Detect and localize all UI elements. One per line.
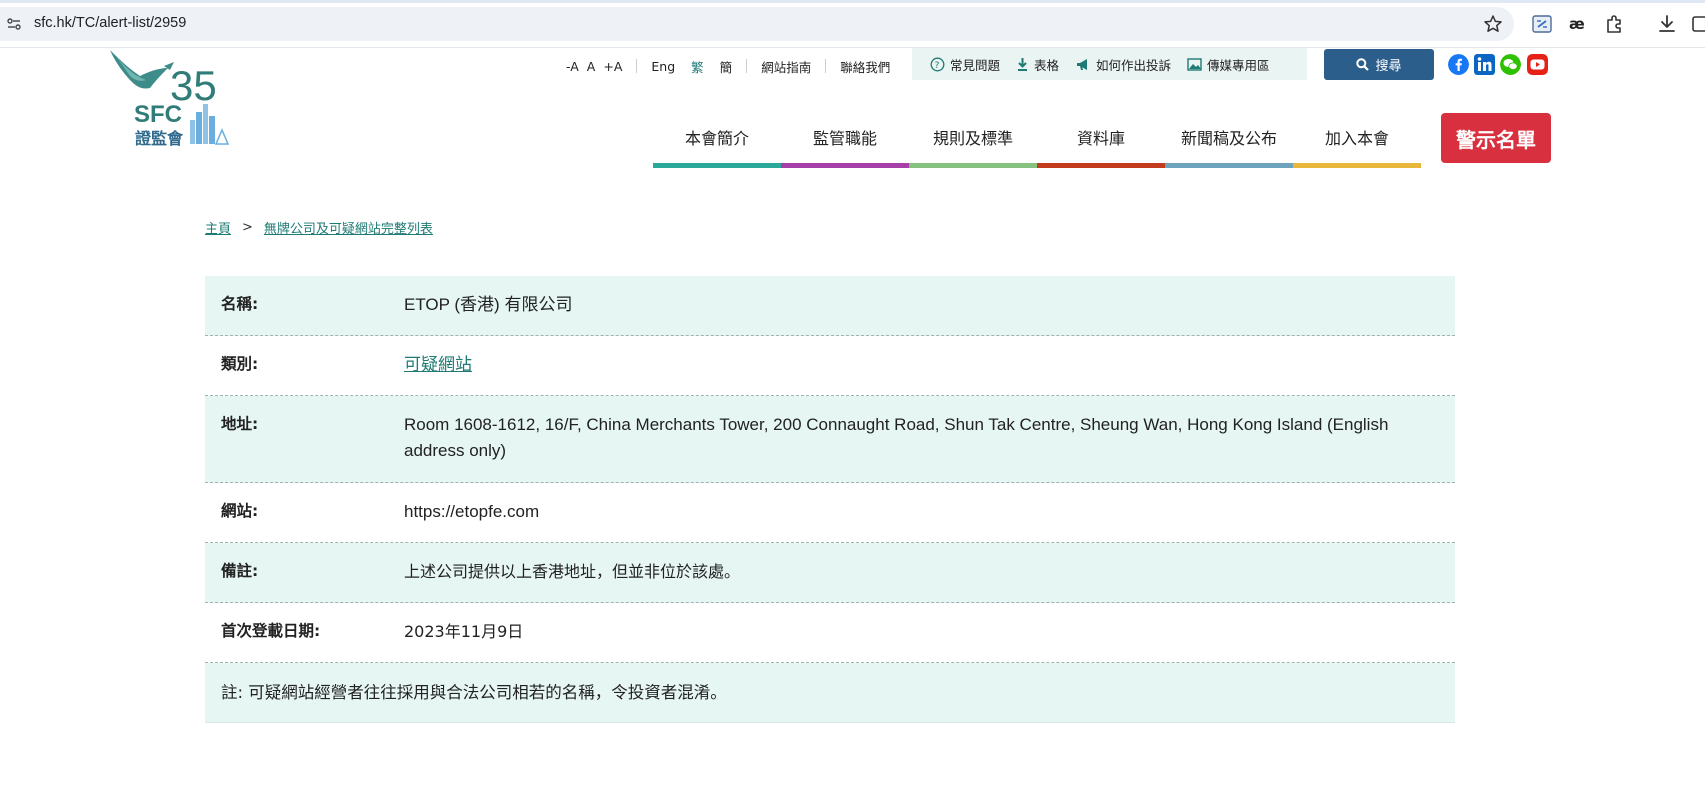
megaphone-icon: [1077, 58, 1088, 70]
nav-label: 規則及標準: [932, 129, 1013, 148]
nav-item-careers[interactable]: 加入本會: [1293, 112, 1421, 168]
extension-s-icon[interactable]: [1531, 13, 1553, 35]
wechat-icon[interactable]: [1500, 54, 1521, 75]
breadcrumb-home-link[interactable]: 主頁: [205, 218, 231, 237]
faq-link[interactable]: ? 常見問題: [930, 55, 1000, 74]
font-larger-button[interactable]: +A: [603, 59, 622, 74]
address-bar[interactable]: sfc.hk/TC/alert-list/2959: [0, 7, 1514, 41]
quick-links-bar: ? 常見問題 表格 如何作出投訴 傳媒專用區: [912, 48, 1307, 80]
detail-row-name: 名稱: ETOP (香港) 有限公司: [205, 276, 1455, 336]
media-label: 傳媒專用區: [1207, 57, 1270, 73]
side-panel-icon[interactable]: [1690, 13, 1705, 35]
logo-sfc-text: SFC: [134, 101, 182, 128]
date-value: 2023年11月9日: [404, 622, 524, 641]
youtube-icon[interactable]: [1527, 54, 1548, 75]
svg-text:?: ?: [935, 61, 940, 71]
bookmark-star-icon[interactable]: [1482, 13, 1504, 35]
detail-row-category: 類別: 可疑網站: [205, 336, 1455, 396]
divider: [746, 59, 748, 73]
image-icon: [1187, 57, 1202, 71]
remarks-value: 上述公司提供以上香港地址，但並非位於該處。: [404, 562, 741, 581]
website-label: 網站:: [221, 502, 259, 520]
nav-item-regulatory-functions[interactable]: 監管職能: [781, 112, 909, 168]
faq-label: 常見問題: [950, 57, 1001, 73]
url-text[interactable]: sfc.hk/TC/alert-list/2959: [34, 15, 186, 31]
nav-item-rules-standards[interactable]: 規則及標準: [909, 112, 1037, 168]
extension-ae-icon[interactable]: æ: [1567, 13, 1589, 35]
nav-color-bar: [1037, 163, 1165, 168]
tab-strip: [0, 0, 1705, 3]
media-link[interactable]: 傳媒專用區: [1187, 55, 1270, 74]
detail-row-website: 網站: https://etopfe.com: [205, 483, 1455, 543]
forms-label: 表格: [1034, 57, 1060, 73]
search-button[interactable]: 搜尋: [1324, 49, 1434, 80]
nav-color-bar: [653, 163, 781, 168]
site-guide-link[interactable]: 網站指南: [761, 57, 811, 76]
utility-bar: -A A +A Eng 繁 簡 網站指南 聯絡我們: [562, 52, 894, 80]
nav-item-databases[interactable]: 資料庫: [1037, 112, 1165, 168]
complaint-label: 如何作出投訴: [1096, 57, 1172, 73]
nav-item-news[interactable]: 新聞稿及公布: [1165, 112, 1293, 168]
font-smaller-button[interactable]: -A: [566, 59, 579, 74]
lang-english-link[interactable]: Eng: [651, 59, 675, 74]
search-icon: [1356, 58, 1370, 71]
nav-label: 監管職能: [812, 129, 877, 148]
breadcrumb: 主頁 > 無牌公司及可疑網站完整列表: [205, 218, 433, 237]
note-text: 註: 可疑網站經營者往往採用與合法公司相若的名稱，令投資者混淆。: [221, 683, 727, 702]
nav-color-bar: [1165, 163, 1293, 168]
nav-item-about[interactable]: 本會簡介: [653, 112, 781, 168]
detail-row-date: 首次登載日期: 2023年11月9日: [205, 603, 1455, 663]
breadcrumb-current-link[interactable]: 無牌公司及可疑網站完整列表: [264, 218, 433, 237]
alert-list-button[interactable]: 警示名單: [1441, 113, 1551, 163]
extensions-puzzle-icon[interactable]: [1603, 13, 1625, 35]
name-label: 名稱:: [221, 295, 259, 313]
name-value: ETOP (香港) 有限公司: [404, 295, 573, 314]
font-normal-button[interactable]: A: [587, 59, 596, 74]
contact-us-link[interactable]: 聯絡我們: [840, 57, 890, 76]
date-label: 首次登載日期:: [221, 622, 321, 640]
nav-color-bar: [781, 163, 909, 168]
lang-traditional-link[interactable]: 繁: [691, 57, 704, 76]
browser-toolbar: sfc.hk/TC/alert-list/2959 æ: [0, 0, 1705, 48]
address-value: Room 1608-1612, 16/F, China Merchants To…: [404, 415, 1389, 460]
nav-label: 加入本會: [1324, 129, 1389, 148]
detail-row-address: 地址: Room 1608-1612, 16/F, China Merchant…: [205, 396, 1455, 483]
address-label: 地址:: [221, 415, 259, 433]
question-circle-icon: ?: [930, 57, 945, 71]
divider: [636, 59, 638, 73]
complaint-link[interactable]: 如何作出投訴: [1075, 55, 1171, 74]
alert-details-table: 名稱: ETOP (香港) 有限公司 類別: 可疑網站 地址: Room 160…: [205, 276, 1455, 723]
detail-row-remarks: 備註: 上述公司提供以上香港地址，但並非位於該處。: [205, 543, 1455, 603]
website-value: https://etopfe.com: [404, 502, 540, 521]
logo-chinese: 證監會: [135, 129, 184, 148]
nav-label: 新聞稿及公布: [1180, 129, 1277, 148]
nav-color-bar: [909, 163, 1037, 168]
sfc-logo[interactable]: 35 SFC 證監會: [106, 50, 246, 152]
nav-color-bar: [1293, 163, 1421, 168]
site-settings-icon[interactable]: [6, 16, 22, 32]
nav-label: 資料庫: [1076, 129, 1125, 148]
linkedin-icon[interactable]: [1474, 54, 1495, 75]
divider: [825, 59, 827, 73]
category-link[interactable]: 可疑網站: [404, 352, 472, 378]
main-navigation: 本會簡介 監管職能 規則及標準 資料庫 新聞稿及公布 加入本會: [653, 112, 1421, 168]
download-arrow-icon: [1018, 57, 1028, 71]
breadcrumb-separator: >: [242, 220, 253, 235]
forms-link[interactable]: 表格: [1016, 55, 1059, 74]
download-icon[interactable]: [1656, 13, 1678, 35]
lang-simplified-link[interactable]: 簡: [720, 57, 733, 76]
svg-text:æ: æ: [1569, 15, 1585, 33]
detail-row-note: 註: 可疑網站經營者往往採用與合法公司相若的名稱，令投資者混淆。: [205, 663, 1455, 723]
remarks-label: 備註:: [221, 562, 259, 580]
nav-label: 本會簡介: [684, 129, 749, 148]
category-label: 類別:: [221, 355, 259, 373]
search-label: 搜尋: [1375, 59, 1402, 74]
facebook-icon[interactable]: [1448, 54, 1469, 75]
